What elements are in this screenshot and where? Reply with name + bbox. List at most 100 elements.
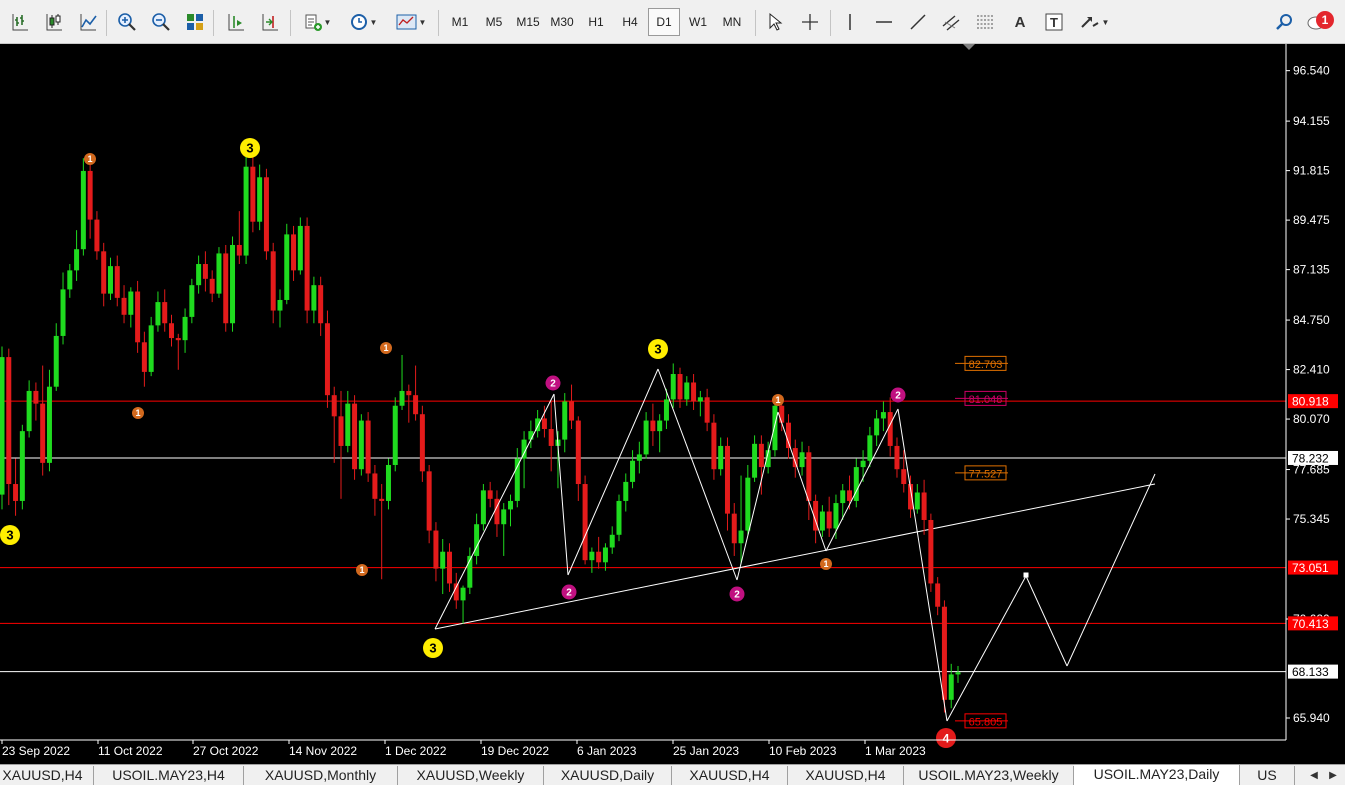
wave-label: 4 [943, 731, 950, 745]
candle-body [440, 551, 446, 569]
price-tick-label: 75.345 [1293, 512, 1330, 526]
candle-body [460, 587, 466, 601]
chart-tab[interactable]: US [1240, 766, 1295, 785]
notification-badge[interactable]: 1 [1316, 11, 1334, 29]
chart-tab[interactable]: USOIL.MAY23,Weekly [904, 766, 1074, 785]
fibonacci-icon[interactable] [972, 8, 1000, 36]
timeframe-m30-button[interactable]: M30 [546, 8, 578, 36]
candle-body [121, 297, 127, 315]
candle-body [426, 471, 432, 531]
zoom-out-icon[interactable] [147, 8, 175, 36]
indicators-menu[interactable]: ▼ [298, 8, 336, 36]
chart-tab[interactable]: USOIL.MAY23,H4 [94, 766, 244, 785]
wave-label: 1 [135, 408, 140, 418]
candle-body [372, 473, 378, 499]
chart-shift-icon[interactable] [222, 8, 250, 36]
candle-body [284, 234, 290, 300]
candle-body [623, 481, 629, 501]
vertical-line-icon[interactable] [836, 8, 864, 36]
time-tick-label: 11 Oct 2022 [98, 744, 163, 758]
candle-body [80, 170, 86, 250]
candle-body [365, 420, 371, 474]
candle-body [955, 672, 961, 675]
candle-body [562, 401, 568, 440]
candlestick-icon[interactable] [40, 8, 68, 36]
candle-body [399, 390, 405, 406]
chart-tab[interactable]: XAUUSD,H4 [788, 766, 904, 785]
fib-label: 77.527 [969, 468, 1003, 480]
autoscroll-icon[interactable] [256, 8, 284, 36]
chart-tab[interactable]: XAUUSD,H4 [672, 766, 788, 785]
candle-body [311, 285, 317, 311]
bar-chart-icon[interactable] [6, 8, 34, 36]
timeframe-h1-button[interactable]: H1 [580, 8, 612, 36]
chart-tab[interactable]: XAUUSD,H4 [0, 766, 94, 785]
periods-menu[interactable]: ▼ [344, 8, 382, 36]
timeframe-m1-button[interactable]: M1 [444, 8, 476, 36]
timeframe-d1-button[interactable]: D1 [648, 8, 680, 36]
candle-body [19, 431, 25, 501]
timeframe-m15-button[interactable]: M15 [512, 8, 544, 36]
time-tick-label: 1 Mar 2023 [865, 744, 926, 758]
equidistant-channel-icon[interactable] [938, 8, 966, 36]
candle-body [406, 390, 412, 396]
tab-scroll-left-icon[interactable]: ◀ [1306, 767, 1322, 783]
trendline-icon[interactable] [904, 8, 932, 36]
arrows-menu[interactable]: ▼ [1074, 8, 1114, 36]
candle-body [711, 422, 717, 470]
candle-body [643, 420, 649, 455]
candle-body [175, 338, 181, 341]
price-tick-label: 91.815 [1293, 164, 1330, 178]
tile-windows-icon[interactable] [181, 8, 209, 36]
text-label-icon[interactable]: T [1040, 8, 1068, 36]
candle-body [257, 177, 263, 222]
cursor-icon[interactable] [760, 8, 788, 36]
text-icon[interactable]: A [1006, 8, 1034, 36]
chart-tab[interactable]: XAUUSD,Daily [544, 766, 672, 785]
chart-tab[interactable]: USOIL.MAY23,Daily [1074, 765, 1240, 785]
wave-label: 3 [246, 141, 253, 156]
timeframe-h4-button[interactable]: H4 [614, 8, 646, 36]
candle-body [514, 458, 520, 501]
price-level-label: 80.918 [1292, 395, 1329, 409]
horizontal-line-icon[interactable] [870, 8, 898, 36]
candle-body [697, 397, 703, 402]
template-icon [396, 14, 417, 30]
candle-body [155, 302, 161, 326]
timeframe-w1-button[interactable]: W1 [682, 8, 714, 36]
wave-label: 3 [654, 342, 661, 357]
timeframe-m5-button[interactable]: M5 [478, 8, 510, 36]
crosshair-icon[interactable] [796, 8, 824, 36]
candle-body [277, 299, 283, 311]
candle-body [141, 342, 147, 372]
zoom-in-icon[interactable] [113, 8, 141, 36]
candle-body [779, 405, 785, 423]
candle-body [609, 534, 615, 548]
candle-body [304, 225, 310, 311]
candle-body [840, 490, 846, 504]
templates-menu[interactable]: ▼ [392, 8, 430, 36]
chart-tab[interactable]: XAUUSD,Monthly [244, 766, 398, 785]
candle-body [894, 445, 900, 470]
candle-body [216, 253, 222, 294]
candle-body [941, 606, 947, 700]
time-tick-label: 19 Dec 2022 [481, 744, 549, 758]
candle-body [385, 464, 391, 501]
search-icon[interactable] [1270, 8, 1298, 36]
fib-label: 82.703 [969, 359, 1003, 371]
wave-label: 1 [87, 154, 92, 164]
candle-body [223, 253, 229, 324]
candle-body [935, 583, 941, 607]
candle-body [331, 395, 337, 417]
chart-tab[interactable]: XAUUSD,Weekly [398, 766, 544, 785]
timeframe-mn-button[interactable]: MN [716, 8, 748, 36]
candle-body [148, 325, 154, 372]
candle-body [772, 405, 778, 451]
line-chart-icon[interactable] [74, 8, 102, 36]
tab-scroll-right-icon[interactable]: ▶ [1325, 767, 1341, 783]
candle-body [663, 399, 669, 421]
price-level-label: 78.232 [1292, 451, 1329, 465]
candle-body [243, 166, 249, 256]
price-chart[interactable]: 3 1 3 1 1 1 3 2 2 3 2 1 1 2 4 82.703 81.048 77.527 65.805 9… [0, 44, 1345, 764]
price-tick-label: 84.750 [1293, 313, 1330, 327]
